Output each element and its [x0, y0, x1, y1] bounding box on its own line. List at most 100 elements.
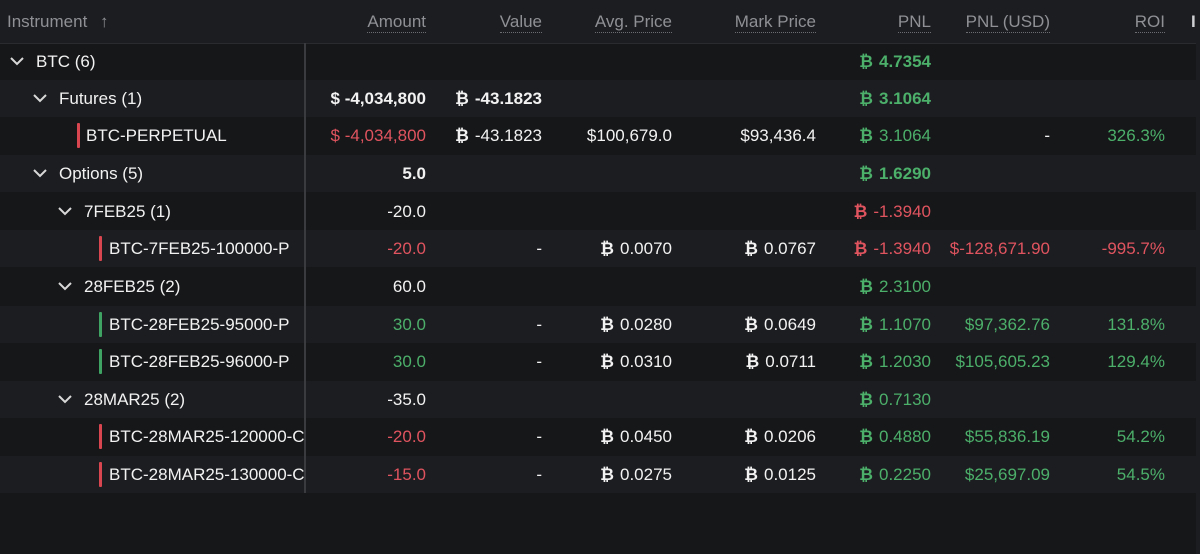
table-row-group-7feb25[interactable]: 7FEB25 (1) -20.0 ₿ -1.3940: [0, 193, 1200, 230]
avg-price-header-label: Avg. Price: [594, 12, 672, 33]
mark-price-header-label: Mark Price: [734, 12, 816, 33]
bitcoin-icon: ₿: [600, 352, 614, 371]
pnl-usd-cell: -: [1044, 126, 1050, 145]
avg-price-cell: ₿ 0.0450: [600, 418, 672, 455]
pnl-cell: ₿ 3.1064: [859, 117, 931, 154]
avg-price-cell: $100,679.0: [586, 126, 672, 145]
pnl-usd-cell: $105,605.23: [955, 352, 1050, 371]
column-header-instrument[interactable]: Instrument ↑: [7, 12, 109, 32]
table-row-group-options[interactable]: Options (5) 5.0 ₿ 1.6290: [0, 155, 1200, 192]
instrument-label[interactable]: BTC-7FEB25-100000-P: [109, 230, 289, 267]
mark-price-cell: ₿ 0.0206: [744, 418, 816, 455]
bitcoin-icon: ₿: [600, 427, 614, 446]
amount-cell: 30.0: [392, 315, 426, 334]
value-cell: ₿ -43.1823: [455, 80, 542, 117]
instrument-label[interactable]: BTC-28FEB25-96000-P: [109, 343, 289, 380]
instrument-label[interactable]: BTC-PERPETUAL: [86, 117, 227, 154]
table-row-group-futures[interactable]: Futures (1) $ -4,034,800 ₿ -43.1823 ₿ 3.10…: [0, 80, 1200, 117]
value-cell: -: [536, 315, 542, 334]
value-cell: -: [536, 427, 542, 446]
instrument-label[interactable]: BTC-28MAR25-130000-C: [109, 456, 305, 493]
amount-cell: $ -4,034,800: [330, 126, 426, 145]
bitcoin-icon: ₿: [600, 315, 614, 334]
bitcoin-icon: ₿: [744, 315, 758, 334]
roi-cell: 326.3%: [1107, 126, 1165, 145]
amount-cell: -15.0: [387, 465, 426, 484]
bitcoin-icon: ₿: [859, 390, 873, 409]
instrument-label: Futures (1): [59, 89, 143, 108]
pnl-cell: ₿ -1.3940: [853, 193, 931, 230]
pnl-cell: ₿ 0.2250: [859, 456, 931, 493]
value-cell: -: [536, 465, 542, 484]
value-cell: -: [536, 352, 542, 371]
column-header-amount[interactable]: Amount: [367, 12, 426, 33]
instrument-label[interactable]: BTC-28FEB25-95000-P: [109, 306, 289, 343]
sort-ascending-icon[interactable]: ↑: [100, 12, 109, 31]
bitcoin-icon: ₿: [859, 126, 873, 145]
bitcoin-icon: ₿: [859, 89, 873, 108]
pnl-usd-header-label: PNL (USD): [965, 12, 1050, 33]
mark-price-cell: ₿ 0.0767: [744, 230, 816, 267]
bitcoin-icon: ₿: [455, 126, 469, 145]
avg-price-cell: ₿ 0.0275: [600, 456, 672, 493]
roi-cell: 54.5%: [1116, 465, 1165, 484]
bitcoin-icon: ₿: [853, 239, 868, 258]
short-position-indicator: [99, 424, 102, 449]
pnl-cell: ₿ 3.1064: [859, 80, 931, 117]
column-header-roi[interactable]: ROI: [1134, 12, 1165, 33]
short-position-indicator: [99, 236, 102, 261]
chevron-down-icon[interactable]: [33, 80, 51, 117]
instrument-label: Options (5): [59, 164, 144, 183]
bitcoin-icon: ₿: [600, 239, 614, 258]
pnl-usd-cell: $25,697.09: [964, 465, 1050, 484]
value-header-label: Value: [499, 12, 542, 33]
bitcoin-icon: ₿: [859, 352, 873, 371]
long-position-indicator: [99, 312, 102, 337]
value-cell: ₿ -43.1823: [455, 117, 542, 154]
bitcoin-icon: ₿: [744, 239, 758, 258]
pnl-usd-cell: $-128,671.90: [949, 239, 1050, 258]
table-row-position[interactable]: BTC-28FEB25-96000-P 30.0 - ₿ 0.0310 ₿ 0.07…: [0, 343, 1200, 380]
column-header-pnl[interactable]: PNL: [897, 12, 931, 33]
column-header-avg-price[interactable]: Avg. Price: [594, 12, 672, 33]
pnl-cell: ₿ 2.3100: [859, 268, 931, 305]
avg-price-cell: ₿ 0.0070: [600, 230, 672, 267]
bitcoin-icon: ₿: [745, 352, 760, 371]
frozen-column-divider[interactable]: [304, 43, 306, 493]
instrument-label: 28FEB25 (2): [84, 277, 181, 296]
table-row-position[interactable]: BTC-28MAR25-130000-C -15.0 - ₿ 0.0275 ₿ 0.…: [0, 456, 1200, 493]
table-row-position[interactable]: BTC-28FEB25-95000-P 30.0 - ₿ 0.0280 ₿ 0.06…: [0, 306, 1200, 343]
horizontal-scroll-edge: [1196, 0, 1200, 554]
avg-price-cell: ₿ 0.0280: [600, 306, 672, 343]
pnl-cell: ₿ 1.1070: [859, 306, 931, 343]
column-header-pnl-usd[interactable]: PNL (USD): [965, 12, 1050, 33]
column-header-mark-price[interactable]: Mark Price: [734, 12, 816, 33]
bitcoin-icon: ₿: [859, 315, 873, 334]
bitcoin-icon: ₿: [600, 465, 614, 484]
roi-cell: 131.8%: [1107, 315, 1165, 334]
table-row-position[interactable]: BTC-PERPETUAL $ -4,034,800 ₿ -43.1823 $10…: [0, 117, 1200, 154]
chevron-down-icon[interactable]: [33, 155, 51, 192]
table-row-position[interactable]: BTC-7FEB25-100000-P -20.0 - ₿ 0.0070 ₿ 0.0…: [0, 230, 1200, 267]
pnl-cell: ₿ 4.7354: [859, 43, 931, 80]
column-header-value[interactable]: Value: [499, 12, 542, 33]
chevron-down-icon[interactable]: [58, 381, 76, 418]
bitcoin-icon: ₿: [744, 465, 758, 484]
instrument-label[interactable]: BTC-28MAR25-120000-C: [109, 418, 305, 455]
chevron-down-icon[interactable]: [10, 43, 28, 80]
amount-cell: -20.0: [387, 202, 426, 221]
table-row-group-btc[interactable]: BTC (6) ₿ 4.7354: [0, 43, 1200, 80]
pnl-cell: ₿ 0.7130: [859, 381, 931, 418]
pnl-usd-cell: $97,362.76: [964, 315, 1050, 334]
chevron-down-icon[interactable]: [58, 268, 76, 305]
bitcoin-icon: ₿: [859, 427, 873, 446]
table-row-group-28feb25[interactable]: 28FEB25 (2) 60.0 ₿ 2.3100: [0, 268, 1200, 305]
table-row-group-28mar25[interactable]: 28MAR25 (2) -35.0 ₿ 0.7130: [0, 381, 1200, 418]
bitcoin-icon: ₿: [853, 202, 868, 221]
chevron-down-icon[interactable]: [58, 193, 76, 230]
pnl-header-label: PNL: [897, 12, 931, 33]
table-row-position[interactable]: BTC-28MAR25-120000-C -20.0 - ₿ 0.0450 ₿ 0.…: [0, 418, 1200, 455]
pnl-cell: ₿ 1.2030: [859, 343, 931, 380]
short-position-indicator: [99, 462, 102, 487]
amount-cell: -20.0: [387, 427, 426, 446]
